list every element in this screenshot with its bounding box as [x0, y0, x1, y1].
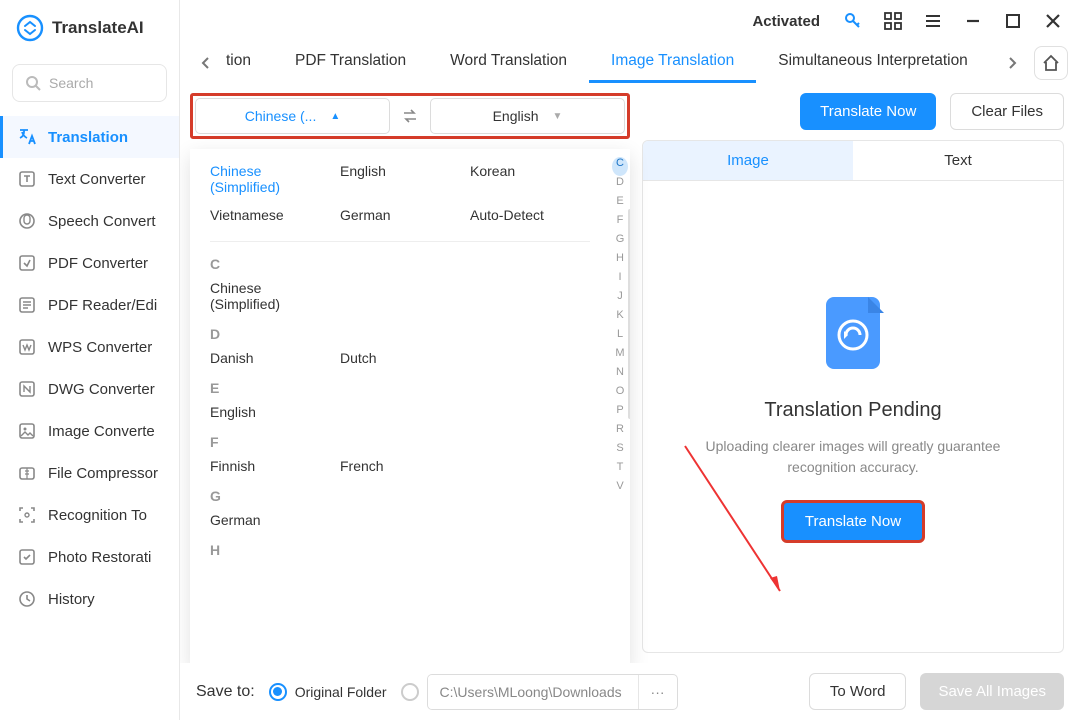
lang-option[interactable]: Vietnamese — [210, 207, 330, 223]
tab-simultaneous-interpretation[interactable]: Simultaneous Interpretation — [756, 42, 990, 83]
browse-button[interactable]: ··· — [638, 675, 677, 709]
text-icon — [16, 168, 38, 190]
clear-files-button[interactable]: Clear Files — [950, 93, 1064, 130]
radio-custom-path[interactable]: ··· — [401, 674, 678, 710]
sidebar-item-pdf-reader[interactable]: PDF Reader/Edi — [0, 284, 179, 326]
search-icon — [25, 75, 41, 91]
minimize-icon[interactable] — [962, 10, 984, 32]
pdf-icon — [16, 252, 38, 274]
alpha-heading: G — [210, 488, 590, 504]
sidebar-search[interactable]: Search — [12, 64, 167, 102]
logo-icon — [16, 14, 44, 42]
search-placeholder: Search — [49, 75, 93, 91]
lang-option[interactable]: Chinese (Simplified) — [210, 163, 330, 195]
lang-option[interactable]: Chinese (Simplified) — [210, 280, 330, 312]
sidebar-item-speech-convert[interactable]: Speech Convert — [0, 200, 179, 242]
preview-tab-text[interactable]: Text — [853, 141, 1063, 180]
alpha-index[interactable]: C D E F G H I J K L M N O P R — [610, 149, 630, 663]
lang-option[interactable]: German — [340, 207, 460, 223]
target-language-select[interactable]: English ▼ — [430, 98, 625, 134]
brand-name: TranslateAI — [52, 18, 144, 38]
license-status: Activated — [752, 13, 820, 30]
alpha-scrollbar[interactable] — [628, 209, 630, 419]
sidebar-item-text-converter[interactable]: Text Converter — [0, 158, 179, 200]
scan-icon — [16, 504, 38, 526]
translate-icon — [16, 126, 38, 148]
menu-icon[interactable] — [922, 10, 944, 32]
preview-tab-image[interactable]: Image — [643, 141, 853, 180]
swap-languages-button[interactable] — [396, 107, 424, 125]
lang-option[interactable]: English — [210, 404, 330, 420]
qr-icon[interactable] — [882, 10, 904, 32]
lang-option[interactable]: Danish — [210, 350, 330, 366]
tab-truncated[interactable]: tion — [220, 42, 273, 83]
save-path-input[interactable] — [428, 675, 638, 709]
document-icon — [818, 293, 888, 373]
status-hint: Uploading clearer images will greatly gu… — [673, 436, 1033, 478]
alpha-heading: F — [210, 434, 590, 450]
radio-on-icon — [269, 683, 287, 701]
radio-original-folder[interactable]: Original Folder — [269, 683, 387, 701]
reader-icon — [16, 294, 38, 316]
save-all-images-button[interactable]: Save All Images — [920, 673, 1064, 710]
tab-word-translation[interactable]: Word Translation — [428, 42, 589, 83]
caret-up-icon: ▲ — [330, 111, 340, 122]
dwg-icon — [16, 378, 38, 400]
alpha-heading: D — [210, 326, 590, 342]
sidebar-item-dwg-converter[interactable]: DWG Converter — [0, 368, 179, 410]
sidebar-item-wps-converter[interactable]: WPS Converter — [0, 326, 179, 368]
tabs-scroll-right[interactable] — [998, 49, 1026, 77]
close-icon[interactable] — [1042, 10, 1064, 32]
lang-option[interactable]: Finnish — [210, 458, 330, 474]
key-icon[interactable] — [842, 10, 864, 32]
tab-image-translation[interactable]: Image Translation — [589, 42, 756, 83]
lang-option[interactable]: Dutch — [340, 350, 460, 366]
sidebar-item-recognition[interactable]: Recognition To — [0, 494, 179, 536]
language-dropdown: Chinese (Simplified) English Korean Viet… — [190, 149, 630, 663]
lang-option[interactable]: English — [340, 163, 460, 195]
lang-option[interactable]: Auto-Detect — [470, 207, 590, 223]
alpha-heading: E — [210, 380, 590, 396]
home-button[interactable] — [1034, 46, 1068, 80]
history-icon — [16, 588, 38, 610]
sidebar-item-translation[interactable]: Translation — [0, 116, 179, 158]
lang-option[interactable]: French — [340, 458, 460, 474]
speech-icon — [16, 210, 38, 232]
image-icon — [16, 420, 38, 442]
tab-pdf-translation[interactable]: PDF Translation — [273, 42, 428, 83]
maximize-icon[interactable] — [1002, 10, 1024, 32]
tabs-scroll-left[interactable] — [192, 49, 220, 77]
sidebar-item-image-converter[interactable]: Image Converte — [0, 410, 179, 452]
lang-option[interactable]: Korean — [470, 163, 590, 195]
sidebar-item-history[interactable]: History — [0, 578, 179, 620]
to-word-button[interactable]: To Word — [809, 673, 907, 710]
sidebar-item-file-compressor[interactable]: File Compressor — [0, 452, 179, 494]
radio-off-icon — [401, 683, 419, 701]
lang-option[interactable]: German — [210, 512, 330, 528]
compress-icon — [16, 462, 38, 484]
language-selector-row: Chinese (... ▲ English ▼ — [190, 93, 630, 139]
translate-now-cta[interactable]: Translate Now — [783, 502, 923, 541]
alpha-heading: C — [210, 256, 590, 272]
save-to-label: Save to: — [196, 683, 255, 701]
caret-down-icon: ▼ — [553, 111, 563, 122]
wps-icon — [16, 336, 38, 358]
source-language-select[interactable]: Chinese (... ▲ — [195, 98, 390, 134]
app-logo: TranslateAI — [0, 0, 179, 56]
status-title: Translation Pending — [764, 399, 941, 422]
translate-now-button[interactable]: Translate Now — [800, 93, 936, 130]
sidebar-item-pdf-converter[interactable]: PDF Converter — [0, 242, 179, 284]
alpha-heading: H — [210, 542, 590, 558]
sidebar-item-photo-restoration[interactable]: Photo Restorati — [0, 536, 179, 578]
restore-icon — [16, 546, 38, 568]
